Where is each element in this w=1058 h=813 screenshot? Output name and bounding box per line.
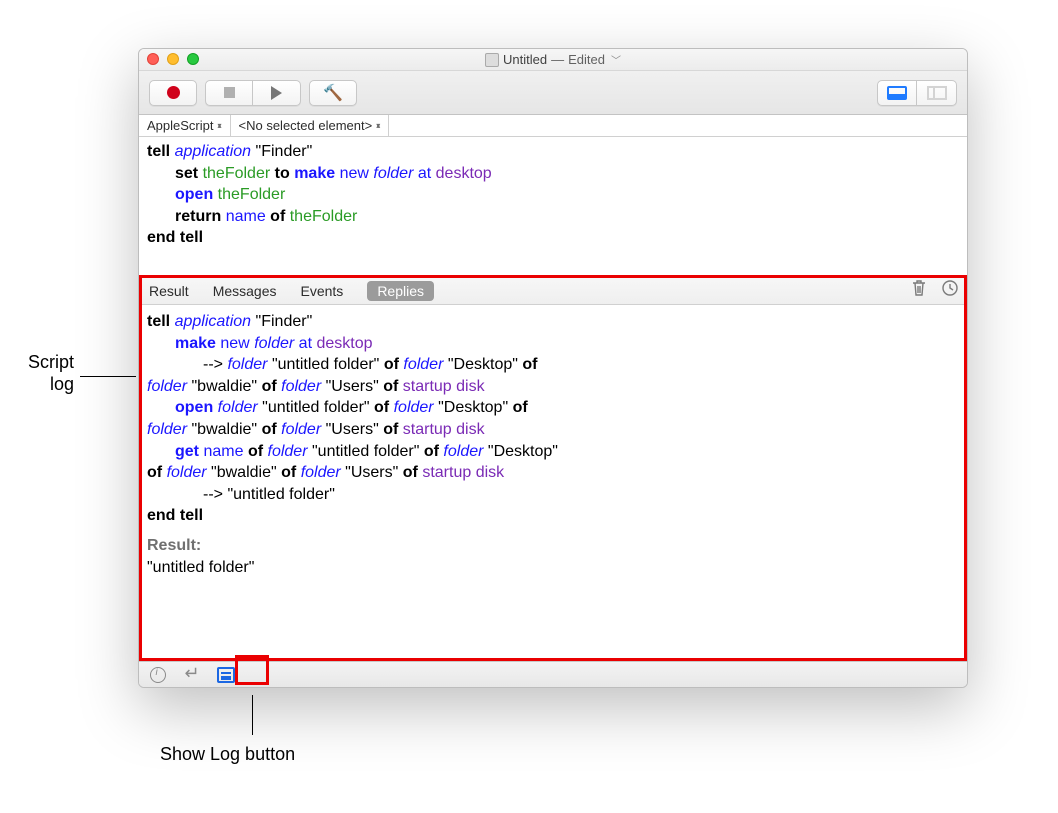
toolbar: 🔨: [139, 71, 967, 115]
tab-result[interactable]: Result: [149, 283, 189, 299]
hammer-icon: 🔨: [323, 83, 343, 103]
stop-icon: [224, 87, 235, 98]
result-value: "untitled folder": [147, 559, 254, 576]
window-title-state: Edited: [568, 52, 605, 67]
window-title[interactable]: Untitled — Edited ﹀: [485, 52, 621, 67]
clear-log-button[interactable]: [911, 279, 927, 300]
content-view-icon: [887, 86, 907, 100]
language-popup-label: AppleScript: [147, 118, 213, 133]
callout-show-log: Show Log button: [160, 744, 295, 766]
log-panel: Result Messages Events Replies tell appl…: [139, 277, 967, 661]
close-window-button[interactable]: [147, 53, 159, 65]
callout-script-log: Script log: [12, 352, 74, 395]
element-popup[interactable]: <No selected element> ▴▾: [231, 115, 390, 136]
log-output[interactable]: tell application "Finder" make new folde…: [139, 305, 967, 661]
status-bar: ↵: [139, 661, 967, 687]
trash-icon: [911, 279, 927, 297]
return-arrow-icon: ↵: [184, 663, 199, 684]
result-label: Result:: [147, 537, 201, 554]
run-controls-group: [205, 80, 301, 106]
show-accessory-view-button[interactable]: ↵: [183, 666, 201, 684]
script-editor-window: Untitled — Edited ﹀ 🔨 AppleScript ▴▾ <No…: [138, 48, 968, 688]
tab-messages[interactable]: Messages: [213, 283, 277, 299]
titlebar: Untitled — Edited ﹀: [139, 49, 967, 71]
record-icon: [167, 86, 180, 99]
log-lines-icon: [217, 667, 235, 683]
log-tab-bar: Result Messages Events Replies: [139, 277, 967, 305]
script-editor-area[interactable]: tell application "Finder" set theFolder …: [139, 137, 967, 277]
callout-line: [252, 695, 253, 735]
element-popup-label: <No selected element>: [239, 118, 373, 133]
chevron-down-icon: ﹀: [609, 52, 621, 67]
zoom-window-button[interactable]: [187, 53, 199, 65]
window-title-separator: —: [551, 52, 564, 67]
minimize-window-button[interactable]: [167, 53, 179, 65]
callout-line: [80, 376, 136, 377]
tab-events[interactable]: Events: [301, 283, 344, 299]
side-panel-icon: [927, 86, 947, 100]
run-button[interactable]: [253, 80, 301, 106]
show-description-button[interactable]: [149, 666, 167, 684]
show-side-panel-button[interactable]: [917, 80, 957, 106]
view-mode-group: [877, 80, 957, 106]
compile-button[interactable]: 🔨: [309, 80, 357, 106]
show-log-button[interactable]: [217, 666, 235, 684]
log-history-button[interactable]: [941, 279, 959, 300]
info-icon: [150, 667, 166, 683]
play-icon: [271, 86, 282, 100]
language-popup[interactable]: AppleScript ▴▾: [139, 115, 231, 136]
navigation-bar: AppleScript ▴▾ <No selected element> ▴▾: [139, 115, 967, 137]
clock-icon: [941, 279, 959, 297]
window-controls: [147, 53, 199, 65]
record-button[interactable]: [149, 80, 197, 106]
show-bundle-contents-button[interactable]: [877, 80, 917, 106]
document-proxy-icon: [485, 53, 499, 67]
window-title-name: Untitled: [503, 52, 547, 67]
tab-replies[interactable]: Replies: [367, 281, 434, 301]
stop-button[interactable]: [205, 80, 253, 106]
